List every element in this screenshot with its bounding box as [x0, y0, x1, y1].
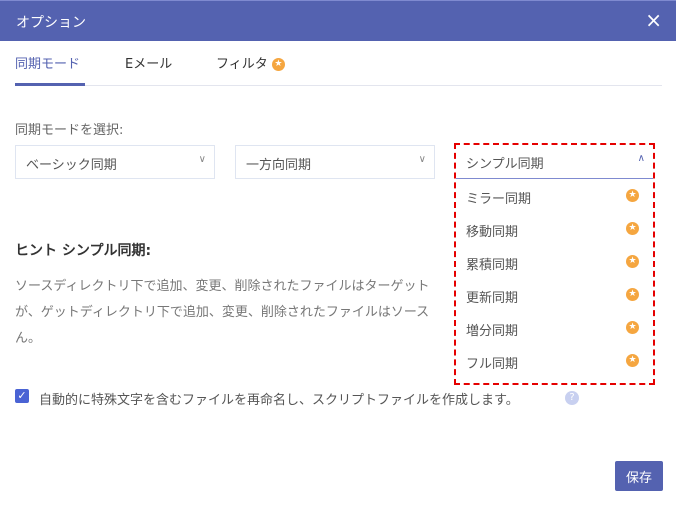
dropdown-option-move[interactable]: 移動同期 ★ [456, 212, 653, 245]
option-label: 増分同期 [466, 324, 519, 339]
dropdown-option-full[interactable]: フル同期 ★ [456, 344, 653, 377]
tab-email[interactable]: Eメール [125, 53, 172, 72]
active-tab-indicator [15, 83, 85, 86]
direction-select[interactable]: 一方向同期 ∨ [235, 145, 435, 179]
sync-type-select[interactable]: ベーシック同期 ∨ [15, 145, 215, 179]
hint-description: ソースディレクトリ下で追加、変更、削除されたファイルはターゲット が、ゲットディ… [15, 274, 429, 352]
sync-method-select[interactable]: シンプル同期 ∧ [456, 145, 653, 179]
option-label: 累積同期 [466, 258, 519, 273]
chevron-down-icon: ∨ [418, 154, 426, 165]
premium-star-icon: ★ [626, 354, 639, 367]
tab-filter[interactable]: フィルタ ★ [216, 53, 285, 72]
rename-checkbox[interactable]: ✓ [15, 389, 29, 403]
hint-line: が、ゲットディレクトリ下で追加、変更、削除されたファイルはソース [15, 305, 430, 320]
tab-sync-mode[interactable]: 同期モード [15, 53, 80, 72]
help-icon[interactable]: ? [565, 391, 579, 405]
dropdown-option-mirror[interactable]: ミラー同期 ★ [456, 179, 653, 212]
hint-line: ん。 [15, 331, 42, 346]
premium-star-icon: ★ [626, 189, 639, 202]
premium-star-icon: ★ [626, 222, 639, 235]
save-button[interactable]: 保存 [615, 461, 663, 491]
chevron-down-icon: ∨ [198, 154, 206, 165]
hint-title: ヒント シンプル同期: [15, 243, 152, 259]
sync-method-value: シンプル同期 [466, 157, 544, 172]
premium-star-icon: ★ [626, 321, 639, 334]
hint-line: ソースディレクトリ下で追加、変更、削除されたファイルはターゲット [15, 279, 430, 294]
option-label: フル同期 [466, 357, 519, 372]
premium-star-icon: ★ [626, 288, 639, 301]
chevron-up-icon: ∧ [637, 153, 645, 164]
premium-star-icon: ★ [271, 58, 285, 71]
option-label: ミラー同期 [466, 192, 532, 207]
sync-method-dropdown[interactable]: シンプル同期 ∧ ミラー同期 ★ 移動同期 ★ 累積同期 ★ 更新同期 ★ 増分同期 ★ フ… [454, 143, 655, 385]
rename-checkbox-label: 自動的に特殊文字を含むファイルを再命名し、スクリプトファイルを作成します。 [39, 393, 519, 408]
sync-mode-label: 同期モードを選択: [15, 123, 124, 138]
option-label: 更新同期 [466, 291, 519, 306]
dropdown-option-incremental[interactable]: 増分同期 ★ [456, 311, 653, 344]
title-bar: オプション × [0, 0, 676, 41]
dropdown-option-update[interactable]: 更新同期 ★ [456, 278, 653, 311]
sync-type-value: ベーシック同期 [26, 158, 117, 173]
option-label: 移動同期 [466, 225, 519, 240]
window-title: オプション [16, 15, 86, 31]
dropdown-option-cumulative[interactable]: 累積同期 ★ [456, 245, 653, 278]
tab-filter-label: フィルタ [216, 57, 268, 72]
close-icon[interactable]: × [645, 9, 662, 31]
tab-bar: 同期モード Eメール フィルタ ★ [15, 41, 662, 86]
direction-value: 一方向同期 [246, 158, 312, 173]
premium-star-icon: ★ [626, 255, 639, 268]
